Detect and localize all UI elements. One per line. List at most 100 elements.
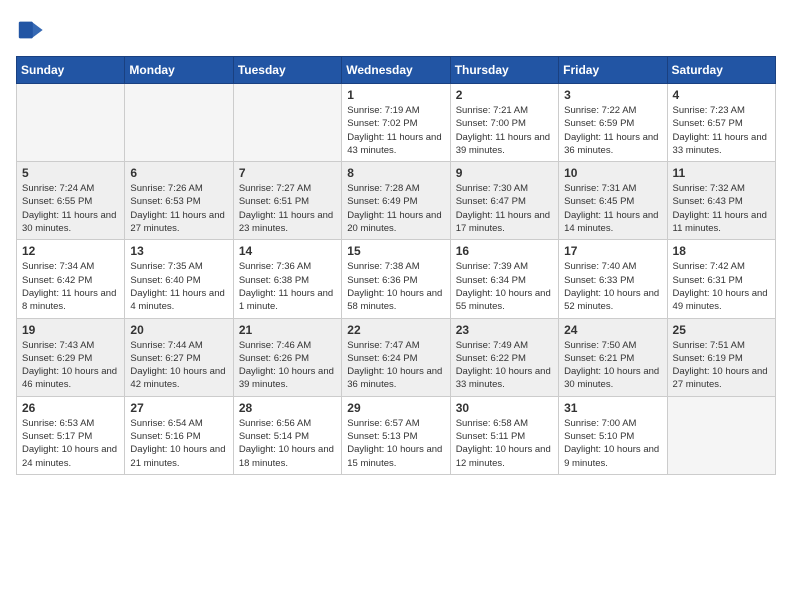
day-info: Sunrise: 7:19 AMSunset: 7:02 PMDaylight:…	[347, 104, 444, 157]
day-info: Sunrise: 7:36 AMSunset: 6:38 PMDaylight:…	[239, 260, 336, 313]
weekday-header-sunday: Sunday	[17, 57, 125, 84]
day-cell: 4 Sunrise: 7:23 AMSunset: 6:57 PMDaylight…	[667, 84, 775, 162]
day-number: 24	[564, 323, 661, 337]
weekday-header-saturday: Saturday	[667, 57, 775, 84]
day-cell: 21Sunrise: 7:46 AMSunset: 6:26 PMDayligh…	[233, 318, 341, 396]
day-cell: 30 Sunrise: 6:58 AMSunset: 5:11 PMDayligh…	[450, 396, 558, 474]
day-number: 30	[456, 401, 553, 415]
day-cell: 13Sunrise: 7:35 AMSunset: 6:40 PMDayligh…	[125, 240, 233, 318]
day-cell: 9 Sunrise: 7:30 AMSunset: 6:47 PMDaylight…	[450, 162, 558, 240]
day-cell: 5 Sunrise: 7:24 AMSunset: 6:55 PMDaylight…	[17, 162, 125, 240]
day-cell: 19 Sunrise: 7:43 AMSunset: 6:29 PMDayligh…	[17, 318, 125, 396]
day-number: 6	[130, 166, 227, 180]
day-info: Sunrise: 7:42 AMSunset: 6:31 PMDaylight:…	[673, 260, 770, 313]
day-info: Sunrise: 7:28 AMSunset: 6:49 PMDaylight:…	[347, 182, 444, 235]
day-cell	[233, 84, 341, 162]
day-cell: 14Sunrise: 7:36 AMSunset: 6:38 PMDayligh…	[233, 240, 341, 318]
day-cell: 31 Sunrise: 7:00 AMSunset: 5:10 PMDayligh…	[559, 396, 667, 474]
day-number: 1	[347, 88, 444, 102]
day-number: 31	[564, 401, 661, 415]
weekday-header-wednesday: Wednesday	[342, 57, 450, 84]
day-number: 16	[456, 244, 553, 258]
day-info: Sunrise: 7:50 AMSunset: 6:21 PMDaylight:…	[564, 339, 661, 392]
day-number: 19	[22, 323, 119, 337]
day-cell: 2 Sunrise: 7:21 AMSunset: 7:00 PMDaylight…	[450, 84, 558, 162]
day-number: 29	[347, 401, 444, 415]
logo-icon	[16, 16, 44, 44]
day-cell: 25 Sunrise: 7:51 AMSunset: 6:19 PMDayligh…	[667, 318, 775, 396]
day-number: 7	[239, 166, 336, 180]
day-info: Sunrise: 7:38 AMSunset: 6:36 PMDaylight:…	[347, 260, 444, 313]
day-cell: 6 Sunrise: 7:26 AMSunset: 6:53 PMDaylight…	[125, 162, 233, 240]
day-number: 18	[673, 244, 770, 258]
day-info: Sunrise: 7:32 AMSunset: 6:43 PMDaylight:…	[673, 182, 770, 235]
day-cell	[125, 84, 233, 162]
day-info: Sunrise: 6:54 AMSunset: 5:16 PMDaylight:…	[130, 417, 227, 470]
day-info: Sunrise: 7:39 AMSunset: 6:34 PMDaylight:…	[456, 260, 553, 313]
day-cell: 3Sunrise: 7:22 AMSunset: 6:59 PMDaylight…	[559, 84, 667, 162]
day-info: Sunrise: 6:58 AMSunset: 5:11 PMDaylight:…	[456, 417, 553, 470]
day-info: Sunrise: 7:21 AMSunset: 7:00 PMDaylight:…	[456, 104, 553, 157]
day-info: Sunrise: 7:51 AMSunset: 6:19 PMDaylight:…	[673, 339, 770, 392]
week-row-3: 12 Sunrise: 7:34 AMSunset: 6:42 PMDayligh…	[17, 240, 776, 318]
day-info: Sunrise: 7:23 AMSunset: 6:57 PMDaylight:…	[673, 104, 770, 157]
day-info: Sunrise: 7:00 AMSunset: 5:10 PMDaylight:…	[564, 417, 661, 470]
day-cell: 12 Sunrise: 7:34 AMSunset: 6:42 PMDayligh…	[17, 240, 125, 318]
day-cell: 22 Sunrise: 7:47 AMSunset: 6:24 PMDayligh…	[342, 318, 450, 396]
day-info: Sunrise: 6:56 AMSunset: 5:14 PMDaylight:…	[239, 417, 336, 470]
day-info: Sunrise: 6:57 AMSunset: 5:13 PMDaylight:…	[347, 417, 444, 470]
day-number: 11	[673, 166, 770, 180]
day-cell: 7 Sunrise: 7:27 AMSunset: 6:51 PMDaylight…	[233, 162, 341, 240]
day-number: 4	[673, 88, 770, 102]
day-cell: 29 Sunrise: 6:57 AMSunset: 5:13 PMDayligh…	[342, 396, 450, 474]
day-info: Sunrise: 7:46 AMSunset: 6:26 PMDaylight:…	[239, 339, 336, 392]
day-number: 26	[22, 401, 119, 415]
day-number: 2	[456, 88, 553, 102]
day-cell: 23Sunrise: 7:49 AMSunset: 6:22 PMDayligh…	[450, 318, 558, 396]
weekday-header-thursday: Thursday	[450, 57, 558, 84]
weekday-header-row: SundayMondayTuesdayWednesdayThursdayFrid…	[17, 57, 776, 84]
header	[16, 16, 776, 44]
weekday-header-monday: Monday	[125, 57, 233, 84]
week-row-2: 5 Sunrise: 7:24 AMSunset: 6:55 PMDaylight…	[17, 162, 776, 240]
day-cell: 11 Sunrise: 7:32 AMSunset: 6:43 PMDayligh…	[667, 162, 775, 240]
day-info: Sunrise: 7:30 AMSunset: 6:47 PMDaylight:…	[456, 182, 553, 235]
day-cell	[667, 396, 775, 474]
day-cell: 17 Sunrise: 7:40 AMSunset: 6:33 PMDayligh…	[559, 240, 667, 318]
day-number: 28	[239, 401, 336, 415]
day-info: Sunrise: 6:53 AMSunset: 5:17 PMDaylight:…	[22, 417, 119, 470]
week-row-4: 19 Sunrise: 7:43 AMSunset: 6:29 PMDayligh…	[17, 318, 776, 396]
day-info: Sunrise: 7:35 AMSunset: 6:40 PMDaylight:…	[130, 260, 227, 313]
day-info: Sunrise: 7:27 AMSunset: 6:51 PMDaylight:…	[239, 182, 336, 235]
day-info: Sunrise: 7:34 AMSunset: 6:42 PMDaylight:…	[22, 260, 119, 313]
day-info: Sunrise: 7:26 AMSunset: 6:53 PMDaylight:…	[130, 182, 227, 235]
day-number: 3	[564, 88, 661, 102]
day-info: Sunrise: 7:47 AMSunset: 6:24 PMDaylight:…	[347, 339, 444, 392]
week-row-5: 26 Sunrise: 6:53 AMSunset: 5:17 PMDayligh…	[17, 396, 776, 474]
day-number: 12	[22, 244, 119, 258]
day-info: Sunrise: 7:44 AMSunset: 6:27 PMDaylight:…	[130, 339, 227, 392]
day-number: 8	[347, 166, 444, 180]
day-info: Sunrise: 7:43 AMSunset: 6:29 PMDaylight:…	[22, 339, 119, 392]
day-number: 27	[130, 401, 227, 415]
weekday-header-friday: Friday	[559, 57, 667, 84]
day-number: 20	[130, 323, 227, 337]
day-cell: 20 Sunrise: 7:44 AMSunset: 6:27 PMDayligh…	[125, 318, 233, 396]
day-cell: 10Sunrise: 7:31 AMSunset: 6:45 PMDayligh…	[559, 162, 667, 240]
day-info: Sunrise: 7:24 AMSunset: 6:55 PMDaylight:…	[22, 182, 119, 235]
day-number: 25	[673, 323, 770, 337]
day-cell: 1 Sunrise: 7:19 AMSunset: 7:02 PMDaylight…	[342, 84, 450, 162]
calendar: SundayMondayTuesdayWednesdayThursdayFrid…	[16, 56, 776, 475]
day-number: 5	[22, 166, 119, 180]
day-number: 22	[347, 323, 444, 337]
day-number: 17	[564, 244, 661, 258]
day-cell: 8 Sunrise: 7:28 AMSunset: 6:49 PMDaylight…	[342, 162, 450, 240]
week-row-1: 1 Sunrise: 7:19 AMSunset: 7:02 PMDaylight…	[17, 84, 776, 162]
day-number: 9	[456, 166, 553, 180]
day-cell: 18 Sunrise: 7:42 AMSunset: 6:31 PMDayligh…	[667, 240, 775, 318]
day-number: 15	[347, 244, 444, 258]
logo	[16, 16, 48, 44]
day-cell: 15 Sunrise: 7:38 AMSunset: 6:36 PMDayligh…	[342, 240, 450, 318]
day-info: Sunrise: 7:31 AMSunset: 6:45 PMDaylight:…	[564, 182, 661, 235]
day-info: Sunrise: 7:40 AMSunset: 6:33 PMDaylight:…	[564, 260, 661, 313]
